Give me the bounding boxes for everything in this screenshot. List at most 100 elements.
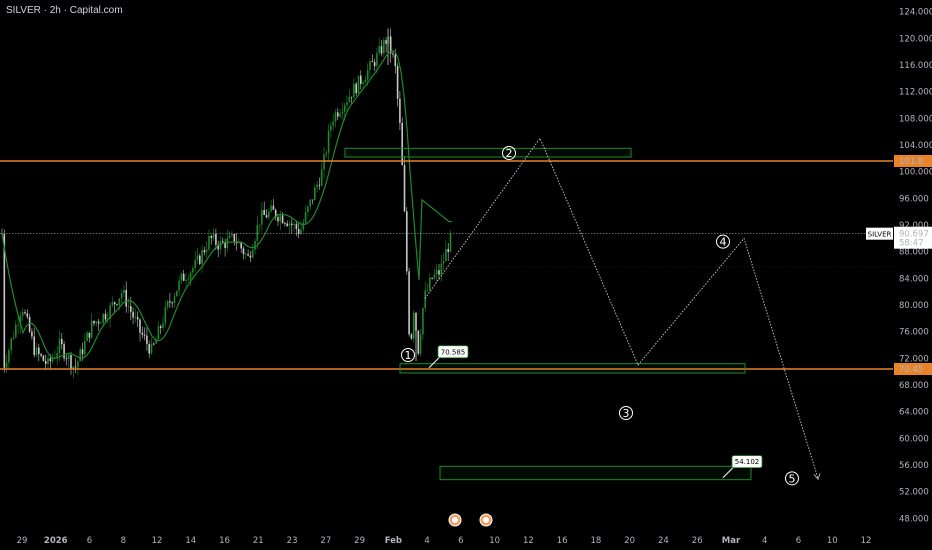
level-price-label: 70.45 xyxy=(899,365,923,375)
candle-body xyxy=(65,358,68,360)
moving-average-line xyxy=(1,50,453,359)
candle-body xyxy=(332,121,334,126)
candle-body xyxy=(70,355,72,370)
candle-body xyxy=(373,62,376,67)
candle-body xyxy=(113,302,116,305)
x-tick-label: 23 xyxy=(287,536,298,546)
candle-body xyxy=(33,336,35,355)
candle-body xyxy=(272,205,275,210)
candle-body xyxy=(350,96,353,98)
x-tick-label: 10 xyxy=(489,536,500,546)
candle-body xyxy=(412,312,415,339)
candle-body xyxy=(419,334,422,354)
candle-body xyxy=(120,293,123,299)
candle-body xyxy=(346,102,348,106)
candle-body xyxy=(240,242,242,249)
y-tick-label: 112.000 xyxy=(899,88,932,98)
candle-body xyxy=(88,332,91,338)
candle-body xyxy=(127,306,130,307)
candle-body xyxy=(325,152,328,155)
candle-body xyxy=(302,222,305,230)
candle-body xyxy=(330,125,332,131)
candle-body xyxy=(212,233,215,238)
candle-body xyxy=(281,215,284,224)
wave-label-1: 1 xyxy=(405,349,412,362)
y-tick-label: 80.000 xyxy=(899,301,929,311)
callout-price: 54.102 xyxy=(735,458,760,466)
candle-body xyxy=(49,358,52,362)
event-icons xyxy=(448,513,493,527)
x-tick-label: 4 xyxy=(424,536,429,546)
candle-body xyxy=(141,332,144,335)
price-chart[interactable]: 101.870.45 12345 70.58554.102 124.000120… xyxy=(0,0,932,550)
candle-body xyxy=(86,332,88,342)
candle-body xyxy=(157,326,160,340)
price-axis: 124.000 120.000 116.000 112.000 108.000 104.0… xyxy=(899,8,932,525)
candle-body xyxy=(100,322,102,324)
candle-body xyxy=(447,248,449,252)
candle-body xyxy=(118,298,121,305)
candle-body xyxy=(176,290,178,297)
y-tick-label: 120.000 xyxy=(899,34,932,44)
candle-body xyxy=(270,205,272,212)
y-tick-label: 64.000 xyxy=(899,408,929,418)
candle-body xyxy=(297,228,300,235)
candle-body xyxy=(77,361,79,368)
y-tick-label: 48.000 xyxy=(899,514,929,524)
candle-body xyxy=(171,302,173,304)
candle-body xyxy=(35,347,38,355)
candle-body xyxy=(222,241,224,243)
candle-body xyxy=(169,301,171,303)
x-tick-label: 16 xyxy=(557,536,568,546)
target-zones xyxy=(344,147,752,481)
candle-body xyxy=(93,320,95,324)
horizontal-levels: 101.8 70.45 xyxy=(0,155,932,375)
x-tick-label: 12 xyxy=(523,536,534,546)
candle-body xyxy=(38,347,40,355)
y-tick-label: 72.000 xyxy=(899,354,929,364)
event-icon-dot xyxy=(483,517,489,523)
candle-body xyxy=(366,69,369,80)
candle-body xyxy=(256,224,259,242)
candle-body xyxy=(242,248,245,255)
candle-body xyxy=(199,255,201,264)
candle-body xyxy=(164,306,167,324)
candle-body xyxy=(362,82,364,84)
candle-body xyxy=(378,46,380,54)
candle-body xyxy=(104,313,107,320)
candle-body xyxy=(307,206,309,213)
candle-body xyxy=(406,211,408,272)
wave-label-3: 3 xyxy=(623,407,630,420)
candle-body xyxy=(116,304,118,305)
candle-body xyxy=(8,349,10,363)
candle-body xyxy=(17,324,19,326)
candle-body xyxy=(341,111,344,114)
x-tick-label: 10 xyxy=(827,536,838,546)
candle-body xyxy=(445,248,447,262)
candle-body xyxy=(180,273,183,281)
candle-body xyxy=(63,344,65,359)
candle-body xyxy=(327,130,330,153)
candle-body xyxy=(185,279,187,281)
wave-labels: 1 2 3 4 5 xyxy=(401,146,821,486)
target-zone xyxy=(344,147,632,158)
candle-body xyxy=(380,46,383,54)
candle-body xyxy=(268,211,270,218)
y-tick-label: 68.000 xyxy=(899,381,929,391)
candle-body xyxy=(288,223,291,226)
y-tick-label: 56.000 xyxy=(899,461,929,471)
candle-body xyxy=(320,169,323,186)
candle-body xyxy=(173,296,176,304)
wave-label-5: 5 xyxy=(789,472,796,485)
candle-body xyxy=(219,241,222,250)
wave-label-2: 2 xyxy=(506,147,513,160)
last-price-tag: SILVER 90.69758:47 xyxy=(0,226,932,249)
candle-body xyxy=(311,199,314,201)
candle-body xyxy=(286,223,288,226)
candle-body xyxy=(429,277,431,290)
x-tick-label: 4 xyxy=(762,536,767,546)
candle-body xyxy=(42,355,45,362)
target-zone xyxy=(439,465,752,481)
x-tick-label: 6 xyxy=(87,536,92,546)
y-tick-label: 108.000 xyxy=(899,114,932,124)
